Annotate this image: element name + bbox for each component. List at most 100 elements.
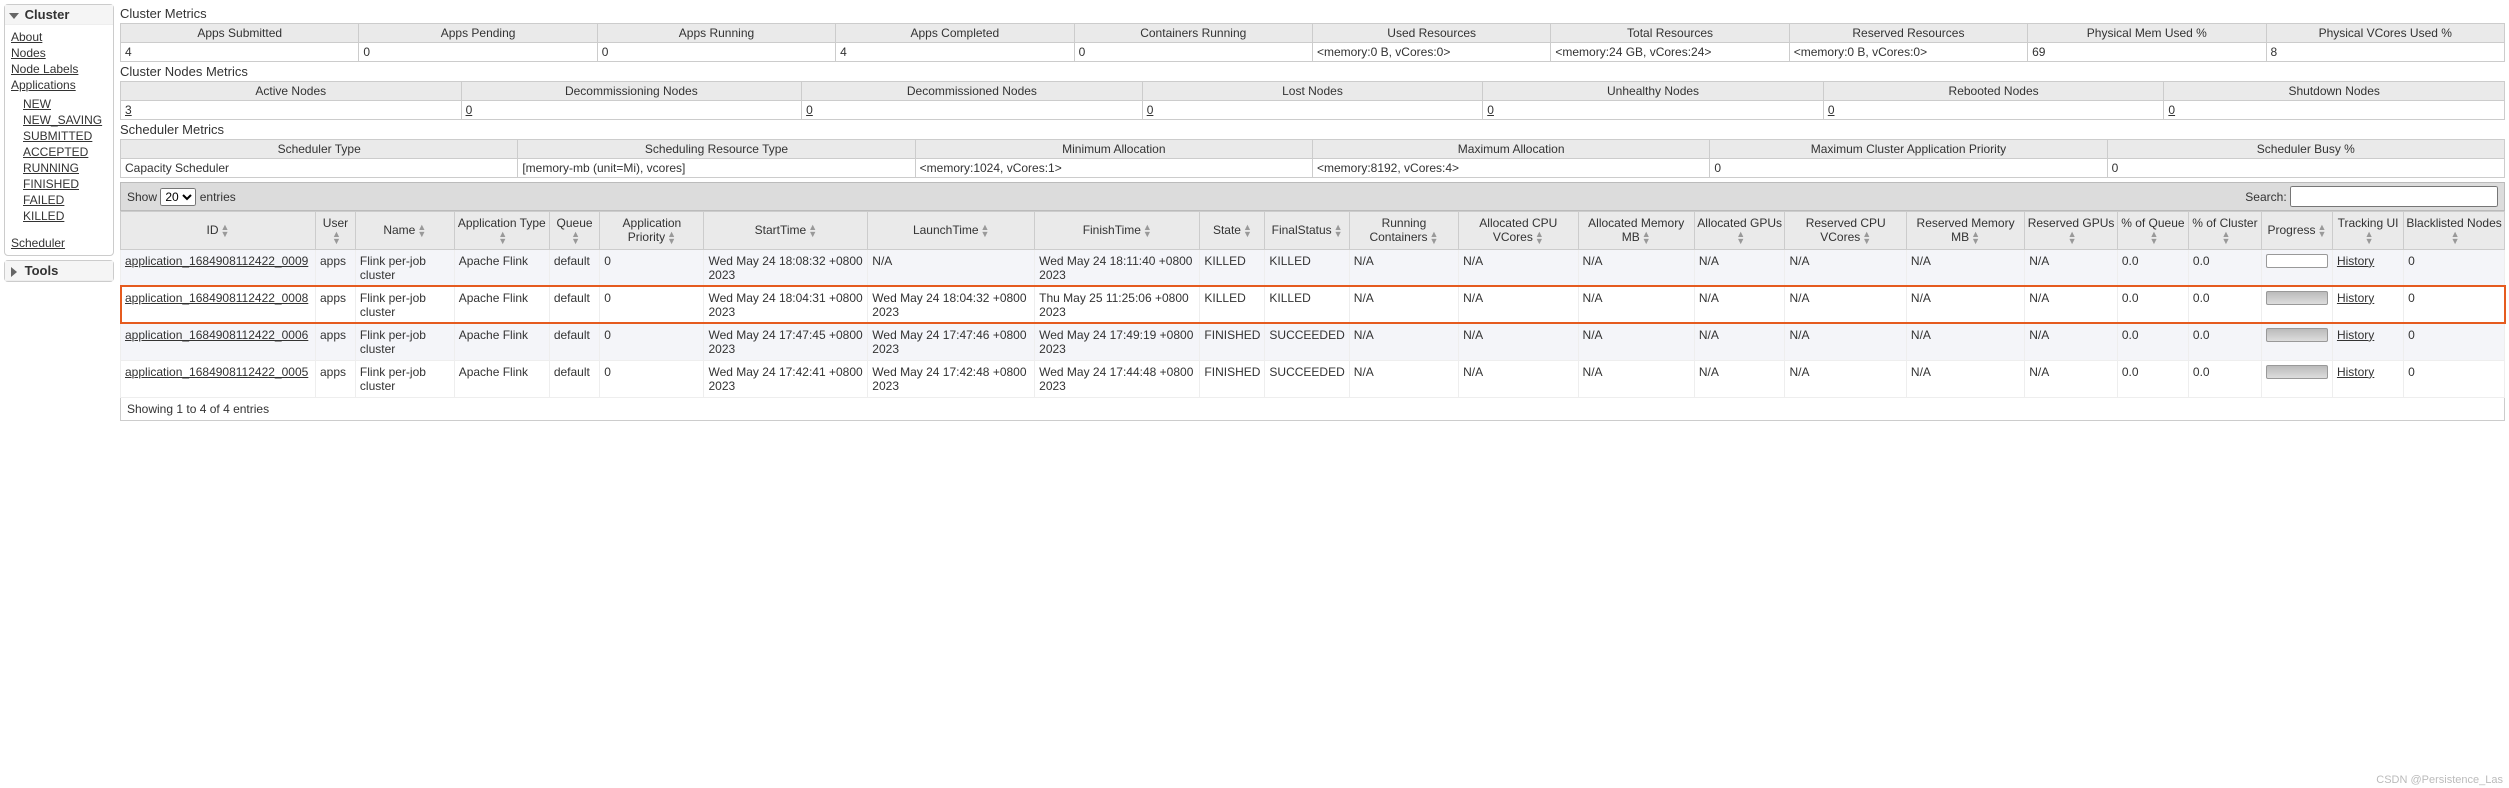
apps-col-header[interactable]: Allocated GPUs▲▼ [1694, 212, 1785, 250]
sidebar-cluster-list: About Nodes Node Labels Applications NEW… [5, 25, 113, 255]
apps-col-header[interactable]: Allocated Memory MB▲▼ [1578, 212, 1694, 250]
cell: application_1684908112422_0005 [121, 360, 316, 397]
metric-link[interactable]: 0 [1147, 103, 1154, 117]
sort-icon: ▲▼ [1429, 231, 1438, 245]
col-header: Lost Nodes [1142, 82, 1483, 101]
search-input[interactable] [2290, 186, 2498, 207]
sidebar-state-new-saving[interactable]: NEW_SAVING [23, 113, 102, 127]
cell-value: 0 [461, 101, 802, 120]
search-label: Search: [2245, 190, 2286, 204]
cluster-metrics-title: Cluster Metrics [120, 6, 2505, 21]
apps-col-header[interactable]: LaunchTime▲▼ [868, 212, 1035, 250]
apps-col-header[interactable]: Tracking UI▲▼ [2332, 212, 2403, 250]
main-content: Cluster Metrics Apps SubmittedApps Pendi… [120, 4, 2505, 421]
metric-link[interactable]: 0 [466, 103, 473, 117]
cell: N/A [1694, 323, 1785, 360]
cell: 0.0 [2188, 360, 2261, 397]
apps-col-header[interactable]: % of Cluster▲▼ [2188, 212, 2261, 250]
cell: N/A [1906, 249, 2024, 286]
show-label: Show [127, 190, 157, 204]
cell: N/A [1349, 249, 1458, 286]
apps-col-header[interactable]: % of Queue▲▼ [2117, 212, 2188, 250]
apps-col-header[interactable]: Queue▲▼ [549, 212, 599, 250]
sort-icon: ▲▼ [2149, 231, 2158, 245]
cell: N/A [1578, 249, 1694, 286]
sort-icon: ▲▼ [1334, 224, 1343, 238]
cell: FINISHED [1200, 360, 1265, 397]
table-row: application_1684908112422_0008appsFlink … [121, 286, 2505, 323]
cell-value: <memory:1024, vCores:1> [915, 159, 1312, 178]
sidebar-link-about[interactable]: About [11, 30, 42, 44]
tracking-link[interactable]: History [2337, 328, 2374, 342]
apps-col-header[interactable]: State▲▼ [1200, 212, 1265, 250]
apps-col-header[interactable]: User▲▼ [316, 212, 356, 250]
cell: History [2332, 360, 2403, 397]
app-id-link[interactable]: application_1684908112422_0006 [125, 328, 308, 342]
apps-col-header[interactable]: Reserved Memory MB▲▼ [1906, 212, 2024, 250]
cell: 0 [600, 286, 704, 323]
sidebar-link-scheduler[interactable]: Scheduler [11, 236, 65, 250]
apps-col-header[interactable]: Running Containers▲▼ [1349, 212, 1458, 250]
sort-icon: ▲▼ [1971, 231, 1980, 245]
tracking-link[interactable]: History [2337, 291, 2374, 305]
cell: Flink per-job cluster [355, 360, 454, 397]
page-size-select[interactable]: 20 [160, 188, 196, 206]
apps-col-header[interactable]: Name▲▼ [355, 212, 454, 250]
cell: N/A [2025, 249, 2118, 286]
tracking-link[interactable]: History [2337, 254, 2374, 268]
apps-col-header[interactable]: Application Priority▲▼ [600, 212, 704, 250]
cell: N/A [1906, 323, 2024, 360]
cell: N/A [1906, 360, 2024, 397]
metric-link[interactable]: 0 [806, 103, 813, 117]
cell: apps [316, 323, 356, 360]
app-id-link[interactable]: application_1684908112422_0008 [125, 291, 308, 305]
sidebar-state-failed[interactable]: FAILED [23, 193, 64, 207]
metric-link[interactable]: 0 [2168, 103, 2175, 117]
app-id-link[interactable]: application_1684908112422_0005 [125, 365, 308, 379]
col-header: Minimum Allocation [915, 140, 1312, 159]
sidebar-link-applications[interactable]: Applications [11, 78, 76, 92]
app-id-link[interactable]: application_1684908112422_0009 [125, 254, 308, 268]
apps-col-header[interactable]: Reserved CPU VCores▲▼ [1785, 212, 1906, 250]
metric-link[interactable]: 0 [1487, 103, 1494, 117]
sort-icon: ▲▼ [498, 231, 507, 245]
cell: 0 [2404, 286, 2505, 323]
cell: 0.0 [2117, 323, 2188, 360]
sidebar-state-submitted[interactable]: SUBMITTED [23, 129, 92, 143]
sidebar-state-running[interactable]: RUNNING [23, 161, 79, 175]
tracking-link[interactable]: History [2337, 365, 2374, 379]
sidebar-link-node-labels[interactable]: Node Labels [11, 62, 78, 76]
sidebar-state-new[interactable]: NEW [23, 97, 51, 111]
sidebar-state-finished[interactable]: FINISHED [23, 177, 79, 191]
sidebar-cluster-toggle[interactable]: Cluster [5, 5, 113, 25]
cell: default [549, 360, 599, 397]
cluster-nodes-table: Active NodesDecommissioning NodesDecommi… [120, 81, 2505, 120]
sidebar-tools-toggle[interactable]: Tools [5, 261, 113, 281]
sort-icon: ▲▼ [332, 231, 341, 245]
col-header: Reserved Resources [1789, 24, 2027, 43]
cell: N/A [1349, 360, 1458, 397]
apps-col-header[interactable]: StartTime▲▼ [704, 212, 868, 250]
metric-link[interactable]: 3 [125, 103, 132, 117]
cell: Flink per-job cluster [355, 286, 454, 323]
cell: 0 [600, 249, 704, 286]
apps-col-header[interactable]: Blacklisted Nodes▲▼ [2404, 212, 2505, 250]
apps-col-header[interactable]: Application Type▲▼ [454, 212, 549, 250]
apps-col-header[interactable]: Reserved GPUs▲▼ [2025, 212, 2118, 250]
sidebar-tools-title: Tools [25, 263, 59, 278]
apps-col-header[interactable]: ID▲▼ [121, 212, 316, 250]
cell-value: 0 [1074, 43, 1312, 62]
sidebar-state-killed[interactable]: KILLED [23, 209, 64, 223]
cell-value: 0 [1142, 101, 1483, 120]
metric-link[interactable]: 0 [1828, 103, 1835, 117]
apps-col-header[interactable]: FinalStatus▲▼ [1265, 212, 1349, 250]
sidebar-state-accepted[interactable]: ACCEPTED [23, 145, 88, 159]
cell [2261, 360, 2332, 397]
cell: N/A [1459, 286, 1578, 323]
sidebar-link-nodes[interactable]: Nodes [11, 46, 46, 60]
apps-col-header[interactable]: Progress▲▼ [2261, 212, 2332, 250]
cell: 0.0 [2188, 286, 2261, 323]
apps-col-header[interactable]: FinishTime▲▼ [1035, 212, 1200, 250]
apps-col-header[interactable]: Allocated CPU VCores▲▼ [1459, 212, 1578, 250]
cluster-nodes-title: Cluster Nodes Metrics [120, 64, 2505, 79]
